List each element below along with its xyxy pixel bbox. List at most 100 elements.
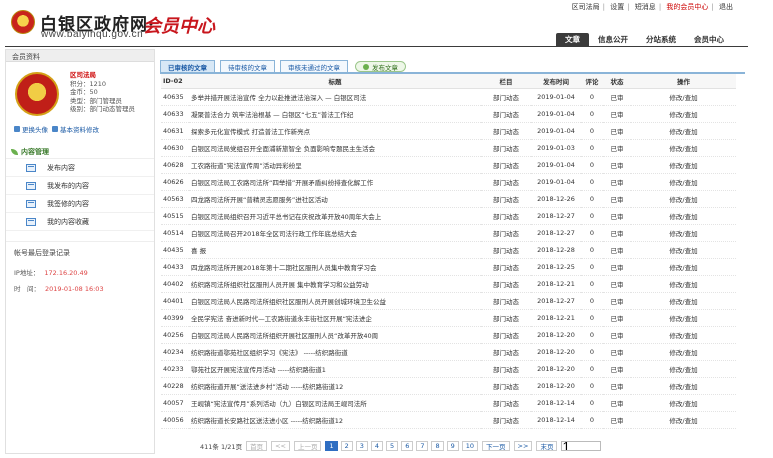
row-actions[interactable]: 修改/查加 — [631, 190, 736, 208]
prev-arrows-button[interactable]: << — [271, 441, 290, 451]
row-actions[interactable]: 修改/查加 — [631, 360, 736, 378]
row-comments: 0 — [581, 105, 603, 123]
sidebar-header: 会员资料 — [6, 50, 154, 62]
row-title-link[interactable]: 白银区司法局人民路司法所组织开展社区服刑人员“改革开放40周 — [189, 326, 481, 344]
article-tabs: 已审核的文章 待审核的文章 审核未通过的文章 发布文章 — [160, 58, 745, 72]
member-center-title: 会员中心 — [143, 16, 215, 37]
next-page-button[interactable]: 下一页 — [482, 441, 510, 451]
page-number-button[interactable]: 8 — [431, 441, 444, 451]
row-category: 部门动态 — [481, 394, 531, 412]
table-row: 40633 凝聚普法合力 筑牢法治根基 — 白银区“七五”普法工作纪 部门动态 201… — [161, 105, 736, 123]
table-row: 40234 纺织路街道鄂苑社区组织学习《宪法》 -----纺织路街道 部门动态 201… — [161, 343, 736, 361]
row-actions[interactable]: 修改/查加 — [631, 411, 736, 429]
row-actions[interactable]: 修改/查加 — [631, 309, 736, 327]
row-category: 部门动态 — [481, 156, 531, 174]
row-title-link[interactable]: 白银区司法局组织召开习近平总书记在庆祝改革开放40周年大会上 — [189, 207, 481, 225]
col-title: 标题 — [189, 74, 481, 89]
tab-pending[interactable]: 待审核的文章 — [220, 60, 275, 72]
goto-page-input[interactable] — [561, 441, 602, 451]
next-arrows-button[interactable]: >> — [513, 441, 533, 451]
row-title-link[interactable]: 全民学宪法 奋进新时代—工农路街道永丰街社区开展“宪法进企 — [189, 309, 481, 327]
row-actions[interactable]: 修改/查加 — [631, 292, 736, 310]
row-category: 部门动态 — [481, 258, 531, 276]
last-login-time: 时 间： 2019-01-08 16:03 — [14, 285, 104, 293]
nav-articles[interactable]: 文章 — [556, 33, 589, 46]
tab-approved[interactable]: 已审核的文章 — [160, 60, 215, 72]
menu-my-signed[interactable]: 我签修的内容 — [6, 195, 154, 213]
change-avatar-link[interactable]: 更换头像 — [14, 124, 48, 134]
row-id: 40433 — [161, 258, 189, 276]
row-actions[interactable]: 修改/查加 — [631, 207, 736, 225]
row-actions[interactable]: 修改/查加 — [631, 394, 736, 412]
page-number-button[interactable]: 9 — [446, 441, 459, 451]
top-link-messages[interactable]: 短消息 — [635, 3, 656, 11]
top-link-logout[interactable]: 退出 — [719, 3, 733, 11]
first-page-button[interactable]: 首页 — [246, 441, 268, 451]
nav-substation[interactable]: 分站系统 — [637, 33, 685, 46]
col-date: 发布时间 — [531, 74, 581, 89]
row-comments: 0 — [581, 411, 603, 429]
page-number-button[interactable]: 3 — [355, 441, 368, 451]
page-number-button[interactable]: 10 — [461, 441, 479, 451]
row-id: 40635 — [161, 88, 189, 106]
top-link-user[interactable]: 区司法局 — [572, 3, 600, 11]
row-status: 已审 — [603, 105, 631, 123]
row-date: 2018-12-14 — [531, 394, 581, 412]
row-actions[interactable]: 修改/查加 — [631, 258, 736, 276]
row-title-link[interactable]: 纺织路司法所组织社区服刑人员开展 集中教育学习和公益劳动 — [189, 275, 481, 293]
row-actions[interactable]: 修改/查加 — [631, 377, 736, 395]
row-title-link[interactable]: 鄂苑社区开展宪法宣传月活动 -----纺织路街道1 — [189, 360, 481, 378]
row-title-link[interactable]: 多举并措开展法治宣传 全力以赴推进法治深入 — 白银区司法 — [189, 88, 481, 106]
row-actions[interactable]: 修改/查加 — [631, 343, 736, 361]
edit-profile-link[interactable]: 基本资料修改 — [52, 124, 99, 134]
row-category: 部门动态 — [481, 377, 531, 395]
row-actions[interactable]: 修改/查加 — [631, 173, 736, 191]
row-date: 2018-12-27 — [531, 224, 581, 242]
prev-page-button[interactable]: 上一页 — [293, 441, 322, 451]
row-title-link[interactable]: 白银区司法局工农路司法所“四举措”开展矛盾纠纷排查化解工作 — [189, 173, 481, 191]
row-actions[interactable]: 修改/查加 — [631, 156, 736, 174]
profile-points: 积分：1210 — [70, 79, 107, 88]
row-title-link[interactable]: 王岘镇“宪法宣传月”系列活动（九）白银区司法局王岘司法所 — [189, 394, 481, 412]
publish-article-button[interactable]: 发布文章 — [355, 61, 406, 72]
row-title-link[interactable]: 纺织路街道开展“送法进乡村”活动 -----纺织路街道12 — [189, 377, 481, 395]
row-actions[interactable]: 修改/查加 — [631, 139, 736, 157]
nav-member-center[interactable]: 会员中心 — [685, 33, 733, 46]
row-title-link[interactable]: 白银区司法局召开2018年全区司法行政工作年底总结大会 — [189, 224, 481, 242]
row-title-link[interactable]: 纺织路街道鄂苑社区组织学习《宪法》 -----纺织路街道 — [189, 343, 481, 361]
page-number-button[interactable]: 6 — [401, 441, 414, 451]
menu-publish-content[interactable]: 发布内容 — [6, 159, 154, 177]
row-title-link[interactable]: 喜 报 — [189, 241, 481, 259]
row-title-link[interactable]: 探索多元化宣传模式 打造普法工作新亮点 — [189, 122, 481, 140]
row-status: 已审 — [603, 224, 631, 242]
row-title-link[interactable]: 四龙路司法所开展2018年第十二期社区服刑人员集中教育学习会 — [189, 258, 481, 276]
row-actions[interactable]: 修改/查加 — [631, 122, 736, 140]
nav-info-public[interactable]: 信息公开 — [589, 33, 637, 46]
top-link-settings[interactable]: 设置 — [610, 3, 624, 11]
row-title-link[interactable]: 凝聚普法合力 筑牢法治根基 — 白银区“七五”普法工作纪 — [189, 105, 481, 123]
page-number-button[interactable]: 2 — [340, 441, 353, 451]
row-title-link[interactable]: 四龙路司法所开展“普精灵志愿服务”进社区活动 — [189, 190, 481, 208]
row-id: 40056 — [161, 411, 189, 429]
row-category: 部门动态 — [481, 105, 531, 123]
profile-info: 区司法局 积分：1210 金币：50 类型：部门管理员 级别：部门动态管理员 — [70, 71, 135, 114]
row-actions[interactable]: 修改/查加 — [631, 275, 736, 293]
menu-my-published[interactable]: 我发布的内容 — [6, 177, 154, 195]
row-actions[interactable]: 修改/查加 — [631, 326, 736, 344]
tab-rejected[interactable]: 审核未通过的文章 — [280, 60, 348, 72]
page-number-button[interactable]: 7 — [416, 441, 429, 451]
row-actions[interactable]: 修改/查加 — [631, 241, 736, 259]
menu-my-favorites[interactable]: 我的内容收藏 — [6, 213, 154, 231]
top-link-my-member-center[interactable]: 我的会员中心 — [666, 3, 708, 11]
row-actions[interactable]: 修改/查加 — [631, 88, 736, 106]
last-page-button[interactable]: 末页 — [536, 441, 558, 451]
row-actions[interactable]: 修改/查加 — [631, 224, 736, 242]
row-title-link[interactable]: 工农路街道“宪法宣传周”活动异彩纷呈 — [189, 156, 481, 174]
row-title-link[interactable]: 白银区司法局党组召开全面浦新旅智全 负面影响专题民主生活会 — [189, 139, 481, 157]
page-number-button[interactable]: 1 — [325, 441, 338, 451]
page-number-button[interactable]: 4 — [370, 441, 384, 451]
row-title-link[interactable]: 纺织路街道长安路社区送法进小区 -----纺织路街道12 — [189, 411, 481, 429]
row-actions[interactable]: 修改/查加 — [631, 105, 736, 123]
page-number-button[interactable]: 5 — [386, 441, 399, 451]
row-title-link[interactable]: 白银区司法局人民路司法所组织社区服刑人员开展创城环境卫生公益 — [189, 292, 481, 310]
